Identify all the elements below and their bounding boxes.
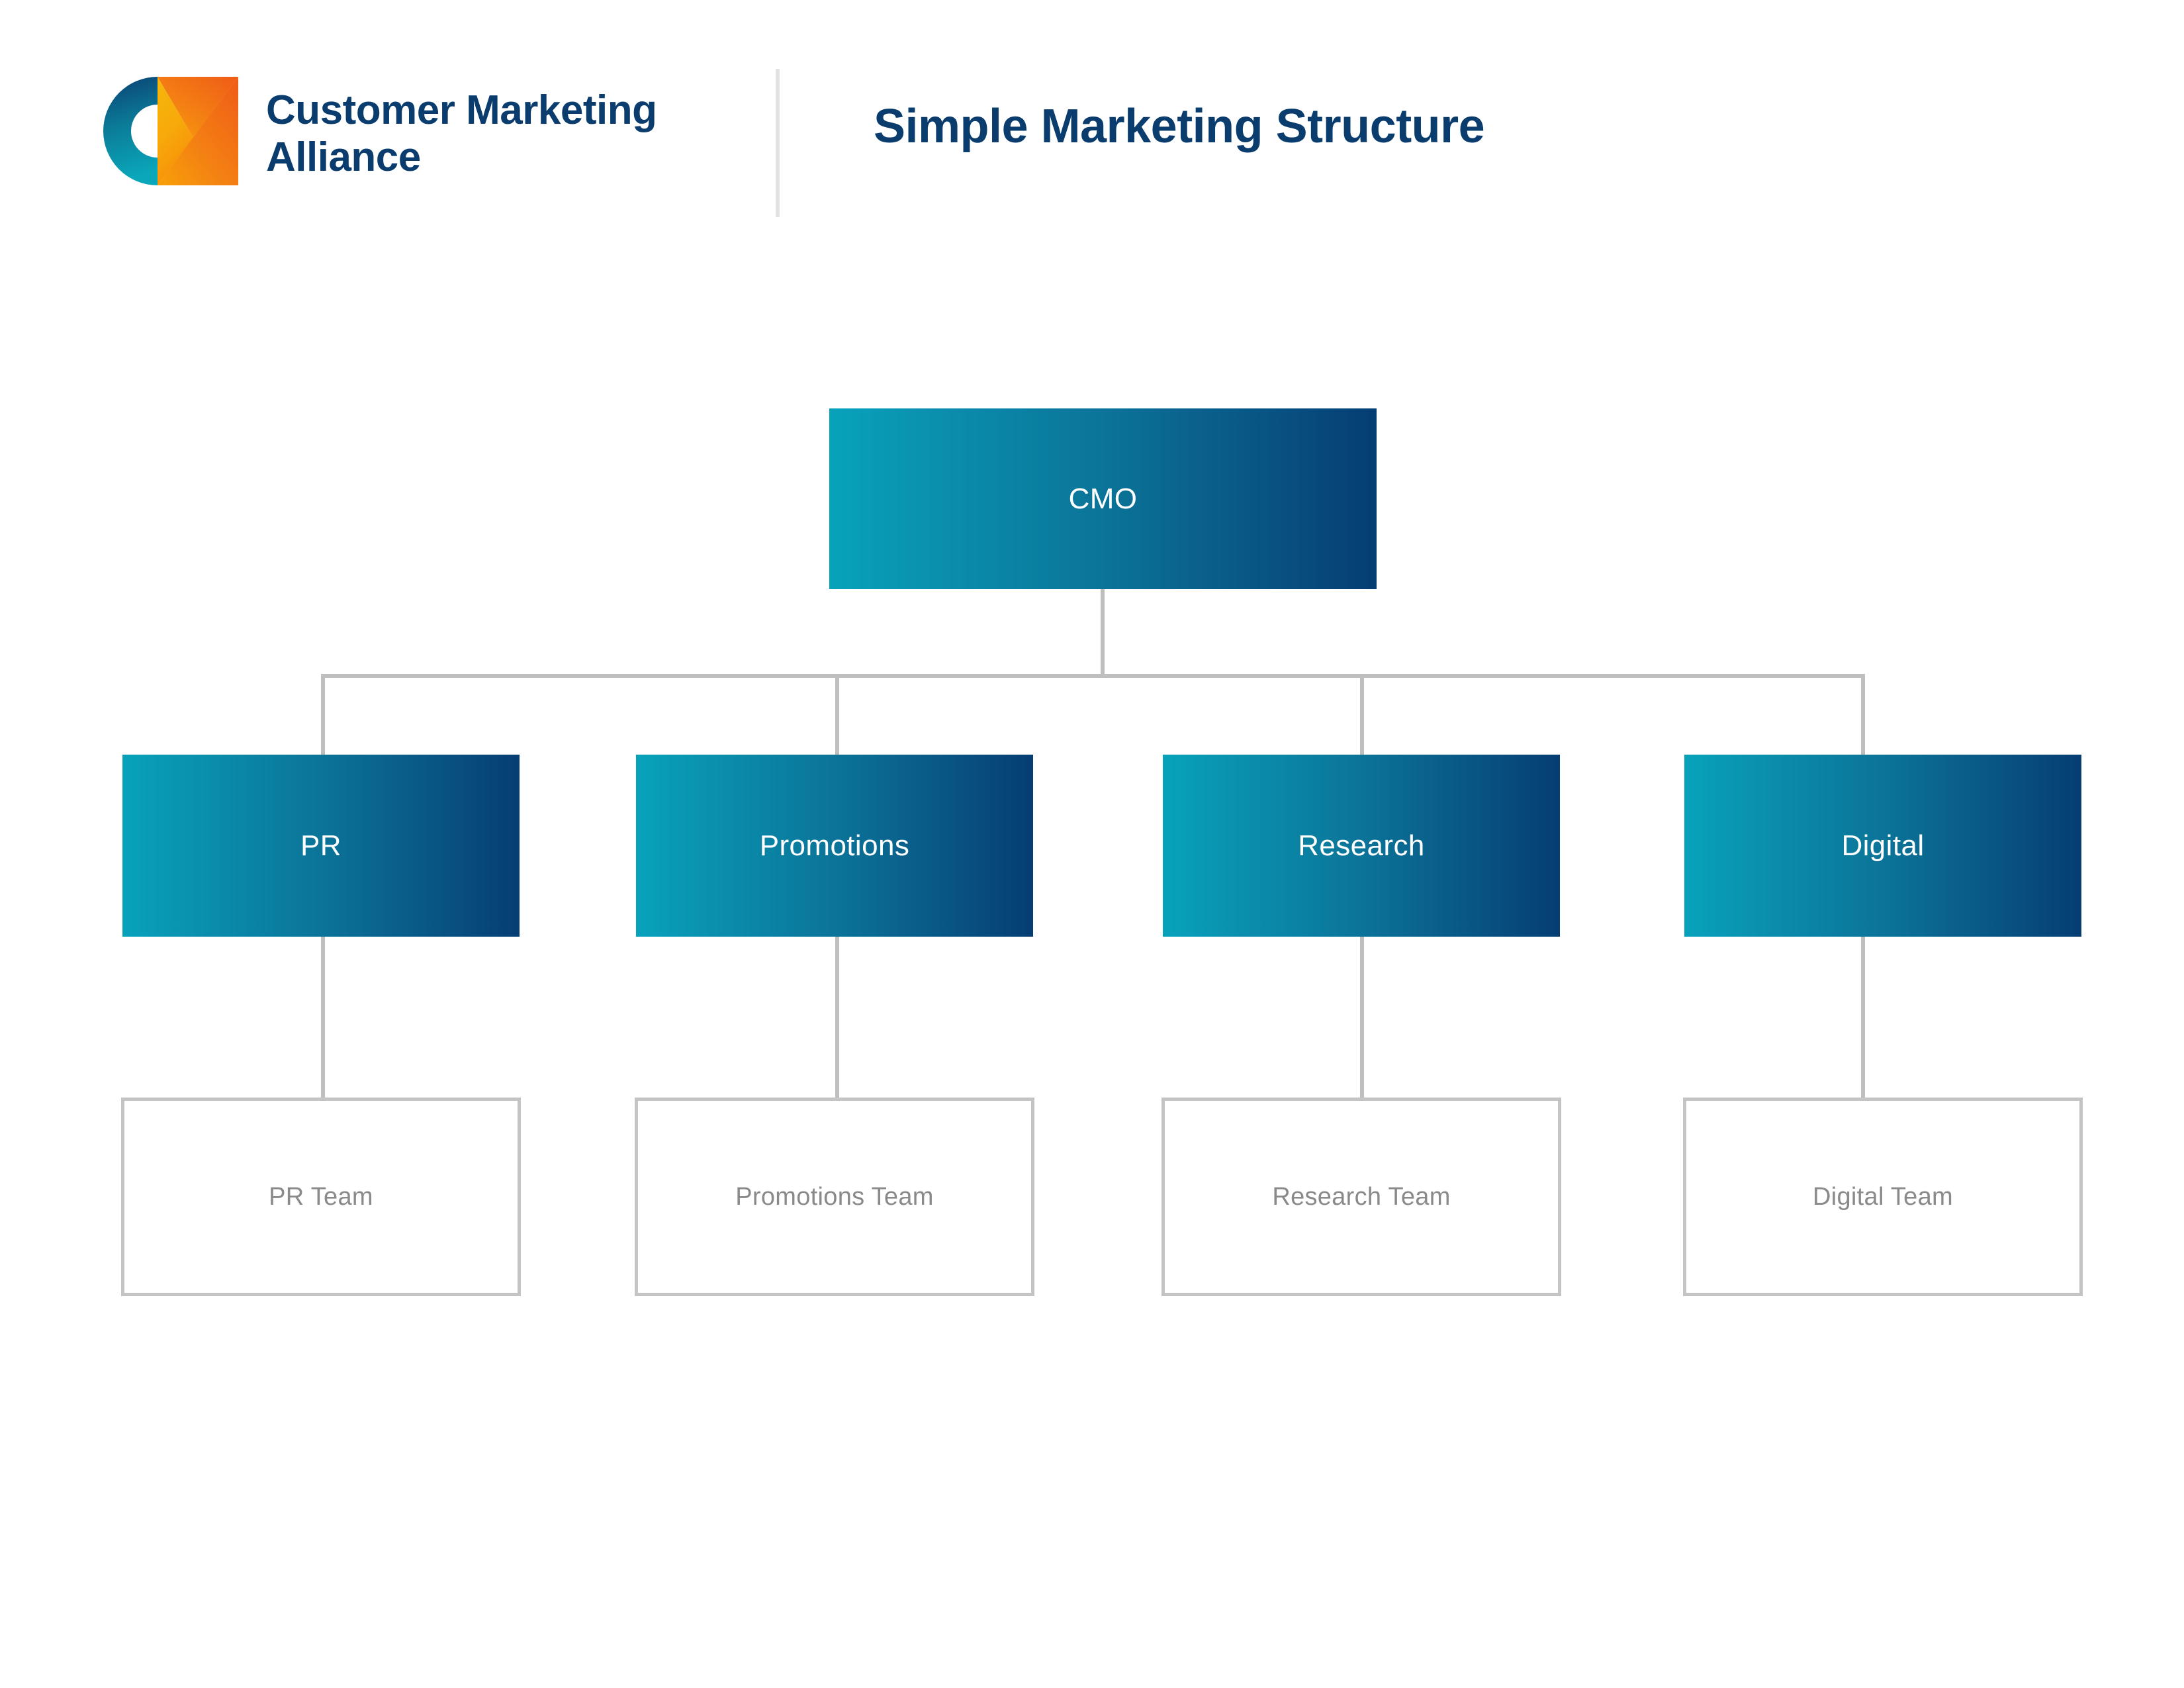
node-promotions[interactable]: Promotions [636, 755, 1033, 937]
node-research-team[interactable]: Research Team [1161, 1098, 1561, 1296]
node-pr[interactable]: PR [122, 755, 520, 937]
node-research-label: Research [1298, 829, 1425, 862]
node-digital-team[interactable]: Digital Team [1683, 1098, 2083, 1296]
node-cmo-label: CMO [1068, 482, 1138, 515]
node-pr-team-label: PR Team [269, 1182, 373, 1211]
node-pr-team[interactable]: PR Team [121, 1098, 521, 1296]
node-promotions-label: Promotions [759, 829, 910, 862]
connector-drop-digital [1861, 674, 1865, 755]
node-cmo[interactable]: CMO [829, 408, 1377, 589]
node-research-team-label: Research Team [1272, 1182, 1451, 1211]
connector-drop-pr [321, 674, 325, 755]
node-pr-label: PR [300, 829, 341, 862]
connector-pr-to-team [321, 937, 325, 1100]
connector-digital-to-team [1861, 937, 1865, 1100]
org-chart: CMO PR Promotions Research Digital PR Te… [0, 0, 2184, 1688]
node-digital-team-label: Digital Team [1813, 1182, 1953, 1211]
node-digital-label: Digital [1841, 829, 1925, 862]
node-research[interactable]: Research [1163, 755, 1560, 937]
slide-canvas: Customer Marketing Alliance Simple Marke… [0, 0, 2184, 1688]
node-promotions-team-label: Promotions Team [735, 1182, 934, 1211]
connector-drop-promotions [835, 674, 839, 755]
connector-root-stem [1101, 589, 1105, 678]
connector-research-to-team [1360, 937, 1364, 1100]
node-digital[interactable]: Digital [1684, 755, 2081, 937]
connector-horizontal-bus [321, 674, 1865, 678]
connector-promotions-to-team [835, 937, 839, 1100]
node-promotions-team[interactable]: Promotions Team [635, 1098, 1034, 1296]
connector-drop-research [1360, 674, 1364, 755]
